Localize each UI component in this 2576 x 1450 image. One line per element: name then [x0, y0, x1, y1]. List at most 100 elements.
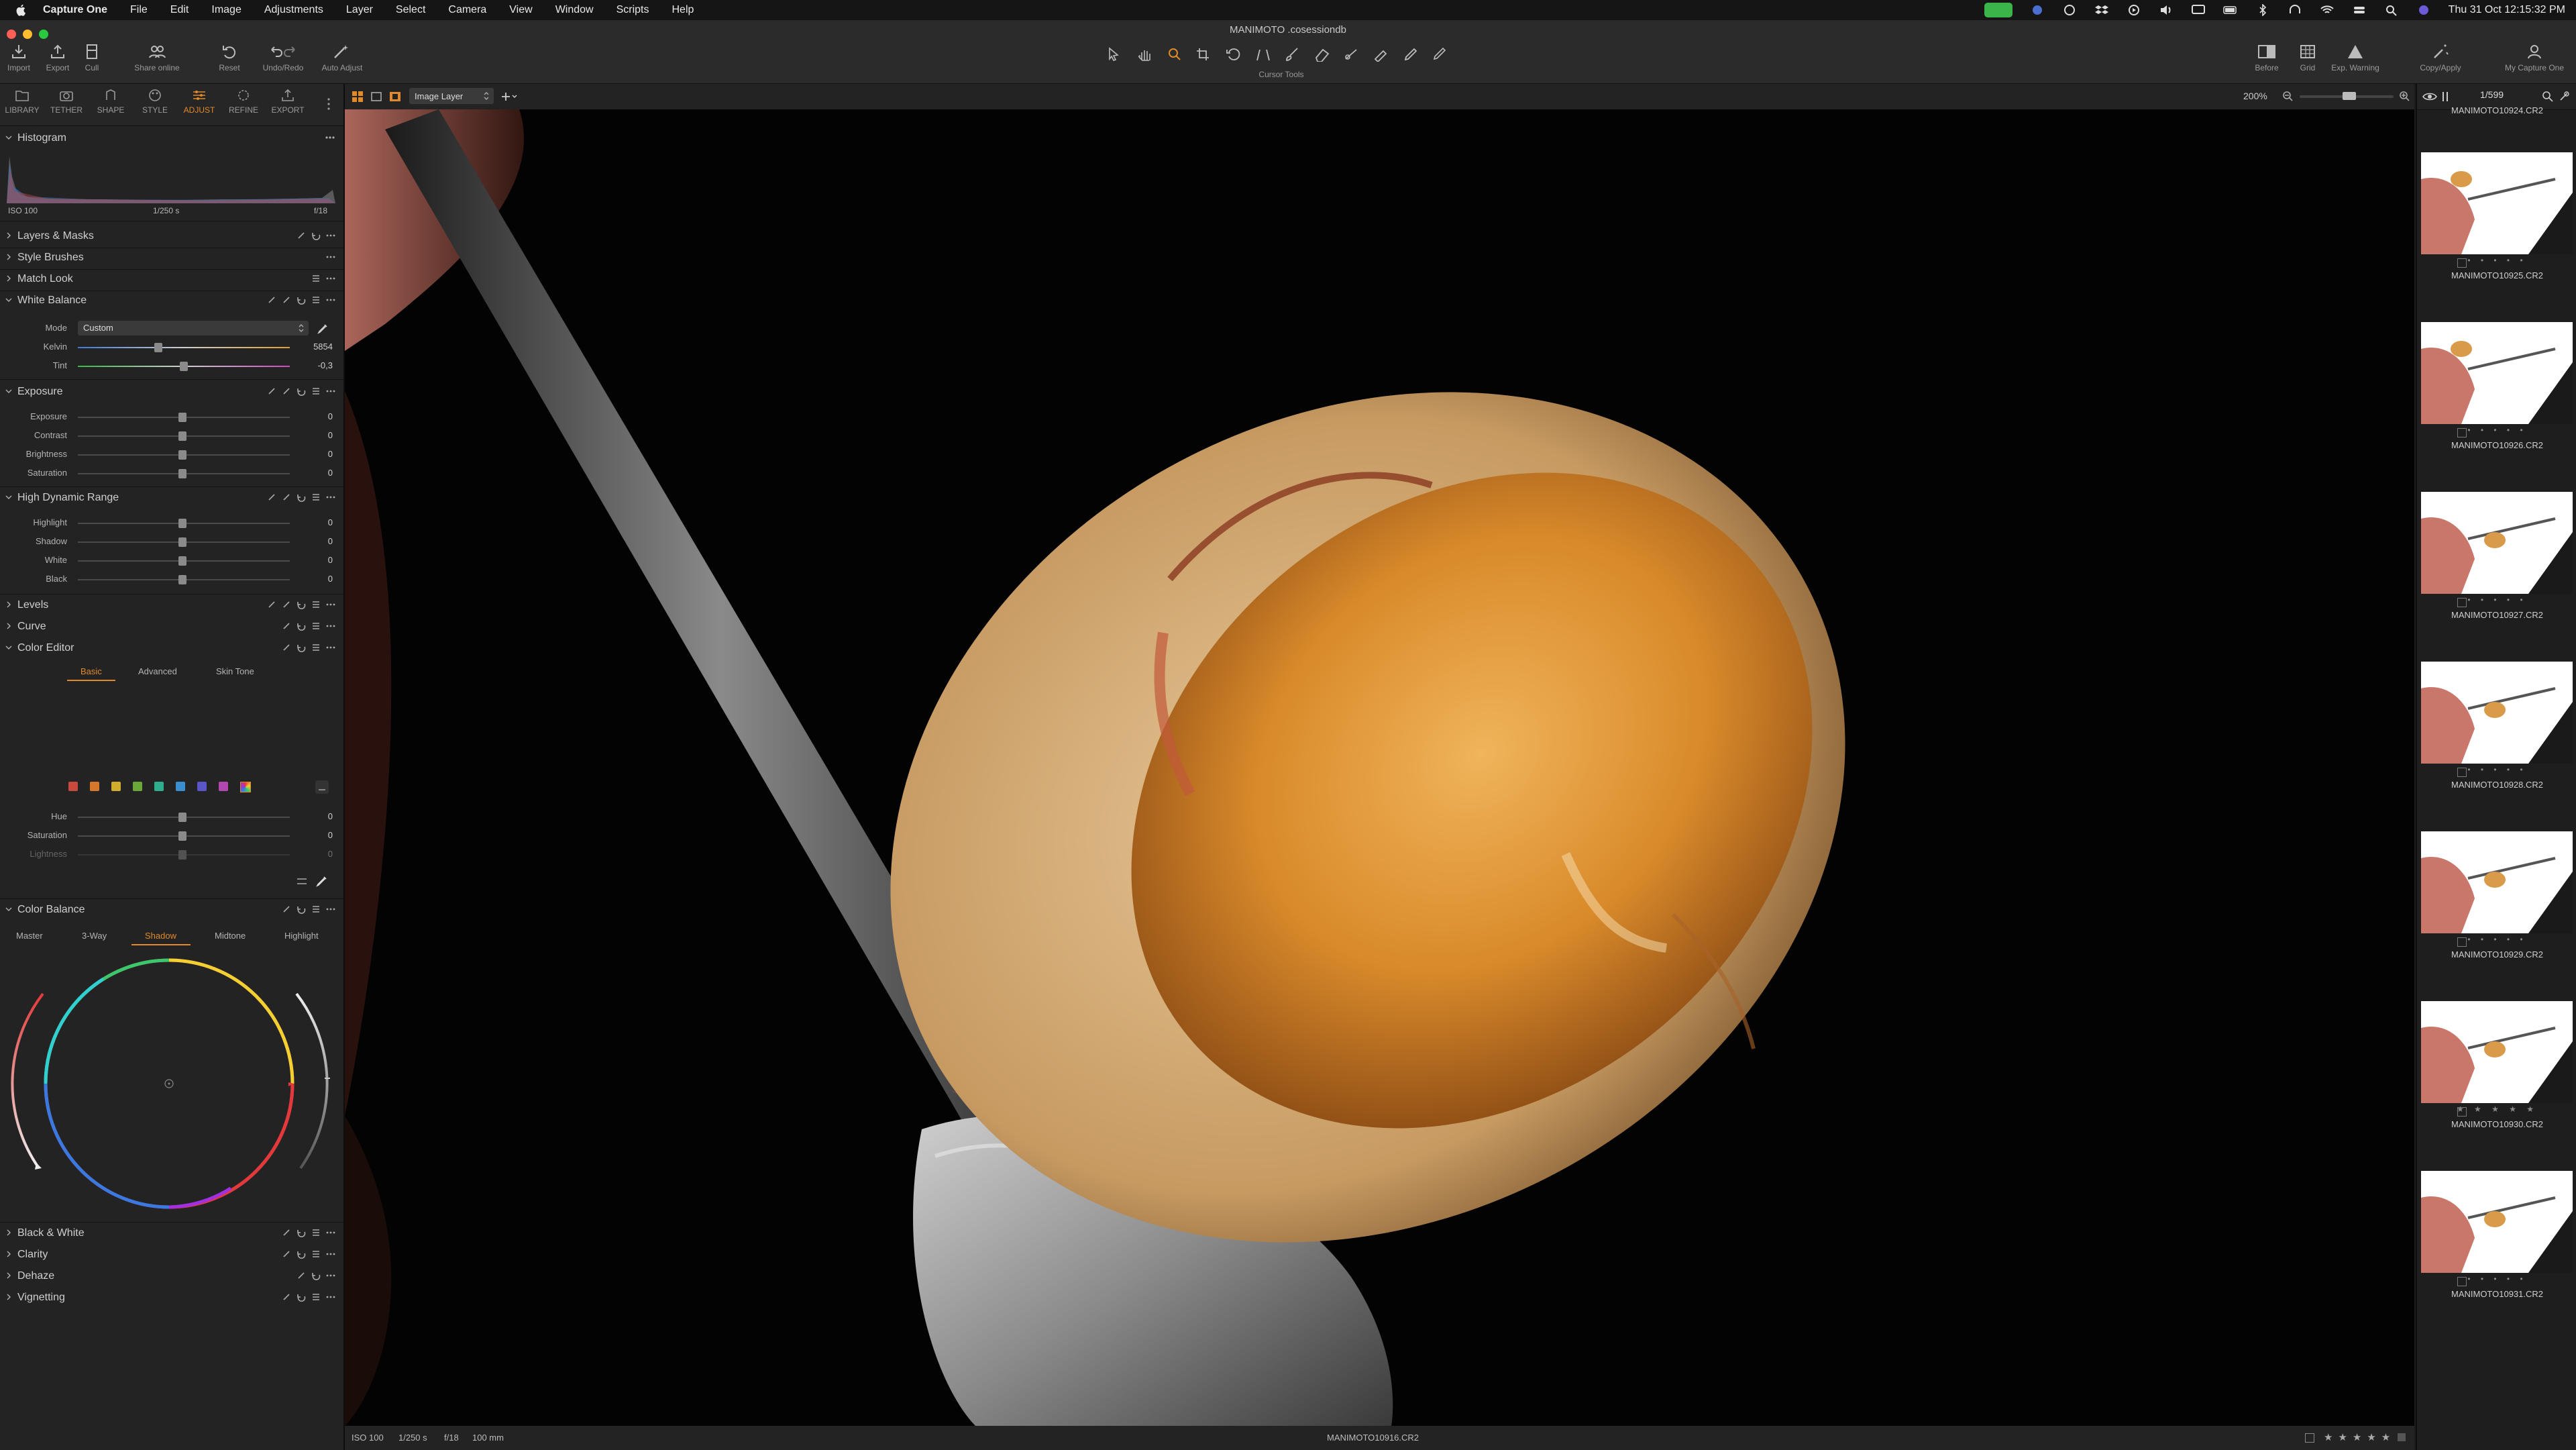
- cull-button[interactable]: Cull: [82, 43, 102, 72]
- thumbnail-image[interactable]: [2421, 1001, 2573, 1103]
- reset-tool-icon[interactable]: [297, 621, 306, 631]
- more-options-icon[interactable]: [326, 493, 335, 502]
- all-colors-swatch[interactable]: [240, 782, 251, 792]
- color-swatch[interactable]: [219, 782, 228, 791]
- color-swatch[interactable]: [111, 782, 121, 791]
- white-balance-header[interactable]: White Balance: [0, 292, 343, 311]
- menu-edit[interactable]: Edit: [170, 4, 189, 16]
- reset-tool-icon[interactable]: [297, 600, 306, 609]
- crop-tool-icon[interactable]: [1195, 47, 1213, 62]
- layers-masks-header[interactable]: Layers & Masks: [0, 227, 343, 246]
- my-capture-one-button[interactable]: My Capture One: [2496, 43, 2573, 72]
- clarity-header[interactable]: Clarity: [0, 1246, 343, 1265]
- thumbnail-item[interactable]: • • • • • MANIMOTO10925.CR2: [2417, 146, 2576, 315]
- thumbnail-item[interactable]: • • • • • MANIMOTO10928.CR2: [2417, 655, 2576, 825]
- presets-list-icon[interactable]: [311, 643, 321, 652]
- pin-icon[interactable]: [282, 643, 291, 652]
- tab-adjust[interactable]: ADJUST: [177, 88, 221, 115]
- more-options-icon[interactable]: [326, 386, 335, 396]
- slider-handle[interactable]: [178, 850, 186, 860]
- cb-tab-3-way[interactable]: 3-Way: [82, 931, 107, 941]
- headphones-icon[interactable]: [2288, 4, 2302, 16]
- pin-icon[interactable]: [282, 1249, 291, 1259]
- dropbox-icon[interactable]: [2094, 4, 2109, 16]
- picker-tool-icon[interactable]: [1402, 47, 1419, 62]
- thumbnail-rating[interactable]: • • • • •: [2417, 1274, 2576, 1284]
- wb-mode-select[interactable]: Custom: [78, 321, 309, 335]
- cb-tab-shadow[interactable]: Shadow: [145, 931, 176, 941]
- menu-layer[interactable]: Layer: [346, 4, 373, 16]
- thumbnail-rating[interactable]: • • • • •: [2417, 935, 2576, 944]
- select-checkbox[interactable]: [2305, 1433, 2314, 1443]
- pin-icon[interactable]: [282, 904, 291, 914]
- color-editor-menu-button[interactable]: [315, 780, 329, 794]
- primary-view-icon[interactable]: [389, 91, 401, 103]
- style-brushes-header[interactable]: Style Brushes: [0, 249, 343, 268]
- thumbnail-item[interactable]: • • • • • MANIMOTO10926.CR2: [2417, 315, 2576, 485]
- single-view-icon[interactable]: [370, 91, 382, 103]
- ce-picker-icon[interactable]: [315, 874, 329, 888]
- control-center-icon[interactable]: [2352, 4, 2367, 16]
- select-cursor-icon[interactable]: [1107, 47, 1124, 62]
- export-button[interactable]: Export: [43, 43, 72, 72]
- dehaze-header[interactable]: Dehaze: [0, 1267, 343, 1286]
- picker-icon[interactable]: [267, 600, 276, 609]
- presets-list-icon[interactable]: [311, 295, 321, 305]
- pin-icon[interactable]: [282, 386, 291, 396]
- histogram-header[interactable]: Histogram: [0, 130, 343, 148]
- more-options-icon[interactable]: [326, 231, 335, 240]
- grid-button[interactable]: Grid: [2294, 43, 2321, 72]
- menu-window[interactable]: Window: [555, 4, 594, 16]
- share-online-button[interactable]: Share online: [129, 43, 185, 72]
- reset-tool-icon[interactable]: [297, 904, 306, 914]
- help-icon[interactable]: [297, 231, 306, 240]
- menu-view[interactable]: View: [509, 4, 532, 16]
- menu-scripts[interactable]: Scripts: [616, 4, 649, 16]
- tab-refine[interactable]: REFINE: [221, 88, 266, 115]
- more-options-icon[interactable]: [326, 621, 335, 631]
- reset-tool-icon[interactable]: [297, 386, 306, 396]
- slider-handle[interactable]: [178, 813, 186, 822]
- cb-tab-master[interactable]: Master: [16, 931, 43, 941]
- eye-icon[interactable]: [2422, 91, 2437, 103]
- color-swatch[interactable]: [133, 782, 142, 791]
- search-icon[interactable]: [2542, 91, 2554, 103]
- list-icon[interactable]: [311, 274, 321, 283]
- reset-tool-icon[interactable]: [311, 231, 321, 240]
- slider-handle[interactable]: [178, 431, 186, 441]
- more-options-icon[interactable]: [326, 643, 335, 652]
- kelvin-slider-track[interactable]: [78, 347, 290, 348]
- image-viewer[interactable]: [345, 109, 2414, 1426]
- zoom-in-icon[interactable]: [2399, 91, 2410, 101]
- reset-tool-icon[interactable]: [297, 295, 306, 305]
- slider-handle[interactable]: [178, 450, 186, 460]
- reset-tool-icon[interactable]: [311, 1271, 321, 1280]
- siri-icon[interactable]: [2416, 4, 2431, 16]
- menu-app-name[interactable]: Capture One: [43, 4, 107, 16]
- keystone-tool-icon[interactable]: [1254, 47, 1272, 62]
- auto-adjust-button[interactable]: Auto Adjust: [315, 43, 369, 72]
- color-editor-tab-basic[interactable]: Basic: [80, 666, 102, 676]
- menu-file[interactable]: File: [130, 4, 148, 16]
- thumbnail-rating[interactable]: • • • • •: [2417, 256, 2576, 265]
- zoom-slider-handle[interactable]: [2343, 92, 2356, 100]
- menu-adjustments[interactable]: Adjustments: [264, 4, 323, 16]
- pin-icon[interactable]: [297, 1271, 306, 1280]
- reset-tool-icon[interactable]: [297, 493, 306, 502]
- exposure-header[interactable]: Exposure: [0, 383, 343, 402]
- thumbnail-image[interactable]: [2421, 1171, 2573, 1273]
- reset-tool-icon[interactable]: [297, 1228, 306, 1237]
- pin-icon[interactable]: [282, 295, 291, 305]
- color-editor-header[interactable]: Color Editor: [0, 639, 343, 658]
- menu-image[interactable]: Image: [211, 4, 241, 16]
- thumbnail-image[interactable]: [2421, 322, 2573, 424]
- match-look-header[interactable]: Match Look: [0, 270, 343, 289]
- color-balance-header[interactable]: Color Balance: [0, 901, 343, 920]
- brush-tool-icon[interactable]: [1284, 47, 1301, 62]
- color-swatch[interactable]: [90, 782, 99, 791]
- kelvin-value[interactable]: 5854: [299, 342, 333, 352]
- tint-slider-handle[interactable]: [180, 362, 188, 371]
- heal-tool-icon[interactable]: [1373, 47, 1390, 62]
- volume-icon[interactable]: [2159, 4, 2174, 16]
- before-button[interactable]: Before: [2250, 43, 2284, 72]
